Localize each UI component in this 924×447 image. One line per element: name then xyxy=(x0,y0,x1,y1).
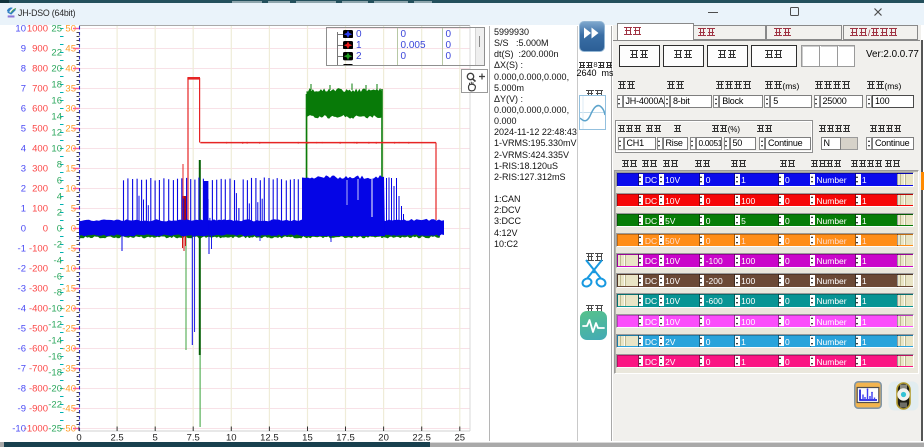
svg-text:25: 25 xyxy=(51,24,62,35)
svg-text:-3: -3 xyxy=(18,284,26,295)
svg-text:-100: -100 xyxy=(29,244,48,255)
svg-text:15: 15 xyxy=(65,164,76,175)
svg-text:35: 35 xyxy=(65,84,76,95)
svg-text:3: 3 xyxy=(21,164,26,175)
svg-text:-7: -7 xyxy=(18,364,26,375)
svg-text:-10: -10 xyxy=(62,264,76,275)
svg-text:-20: -20 xyxy=(62,304,76,315)
svg-text:-18: -18 xyxy=(48,368,62,379)
svg-text:0: 0 xyxy=(21,224,26,235)
svg-text:300: 300 xyxy=(32,164,48,175)
svg-text:600: 600 xyxy=(32,104,48,115)
svg-text:6: 6 xyxy=(21,104,26,115)
svg-text:2: 2 xyxy=(57,208,62,219)
svg-text:10: 10 xyxy=(51,144,62,155)
svg-text:20: 20 xyxy=(51,64,62,75)
svg-text:-20: -20 xyxy=(48,384,62,395)
svg-text:10: 10 xyxy=(15,24,26,35)
svg-text:10: 10 xyxy=(65,184,76,195)
svg-text:100: 100 xyxy=(32,204,48,215)
svg-text:-10: -10 xyxy=(48,304,62,315)
svg-text:400: 400 xyxy=(32,144,48,155)
svg-text:6: 6 xyxy=(57,176,62,187)
svg-text:-1: -1 xyxy=(18,244,26,255)
svg-text:-14: -14 xyxy=(48,336,62,347)
svg-text:-400: -400 xyxy=(29,304,48,315)
svg-text:14: 14 xyxy=(51,112,62,123)
svg-text:-700: -700 xyxy=(29,364,48,375)
svg-text:900: 900 xyxy=(32,44,48,55)
svg-text:-4: -4 xyxy=(18,304,26,315)
svg-text:-25: -25 xyxy=(48,424,62,435)
svg-text:8: 8 xyxy=(57,160,62,171)
svg-text:50: 50 xyxy=(65,24,76,35)
svg-text:-8: -8 xyxy=(54,288,62,299)
svg-text:500: 500 xyxy=(32,124,48,135)
svg-text:-22: -22 xyxy=(48,400,62,411)
svg-text:-500: -500 xyxy=(29,324,48,335)
svg-text:-5: -5 xyxy=(68,244,76,255)
svg-text:45: 45 xyxy=(65,44,76,55)
svg-text:8: 8 xyxy=(21,64,26,75)
svg-text:-50: -50 xyxy=(62,424,76,435)
svg-text:-4: -4 xyxy=(54,256,62,267)
svg-text:18: 18 xyxy=(51,80,62,91)
svg-text:-600: -600 xyxy=(29,344,48,355)
svg-text:2: 2 xyxy=(21,184,26,195)
svg-text:16: 16 xyxy=(51,96,62,107)
svg-text:5: 5 xyxy=(71,204,76,215)
svg-text:200: 200 xyxy=(32,184,48,195)
svg-text:9: 9 xyxy=(21,44,26,55)
svg-text:-30: -30 xyxy=(62,344,76,355)
svg-text:0: 0 xyxy=(71,224,76,235)
svg-text:800: 800 xyxy=(32,64,48,75)
svg-text:12: 12 xyxy=(51,128,62,139)
svg-text:-300: -300 xyxy=(29,284,48,295)
svg-text:1000: 1000 xyxy=(27,24,48,35)
svg-text:-12: -12 xyxy=(48,320,62,331)
svg-text:-15: -15 xyxy=(62,284,76,295)
svg-text:-200: -200 xyxy=(29,264,48,275)
svg-text:5: 5 xyxy=(21,124,26,135)
svg-text:1: 1 xyxy=(21,204,26,215)
svg-text:4: 4 xyxy=(57,192,62,203)
svg-text:-25: -25 xyxy=(62,324,76,335)
svg-text:-900: -900 xyxy=(29,404,48,415)
svg-text:-40: -40 xyxy=(62,384,76,395)
svg-text:0: 0 xyxy=(43,224,48,235)
svg-text:-2: -2 xyxy=(54,240,62,251)
svg-text:4: 4 xyxy=(21,144,26,155)
svg-text:-16: -16 xyxy=(48,352,62,363)
svg-text:-2: -2 xyxy=(18,264,26,275)
svg-text:700: 700 xyxy=(32,84,48,95)
svg-text:-800: -800 xyxy=(29,384,48,395)
svg-text:0: 0 xyxy=(57,224,62,235)
svg-text:22: 22 xyxy=(51,48,62,59)
svg-text:-8: -8 xyxy=(18,384,26,395)
svg-text:-5: -5 xyxy=(18,324,26,335)
svg-text:40: 40 xyxy=(65,64,76,75)
svg-text:-1000: -1000 xyxy=(24,424,48,435)
svg-text:-9: -9 xyxy=(18,404,26,415)
svg-text:-6: -6 xyxy=(54,272,62,283)
svg-text:25: 25 xyxy=(65,124,76,135)
svg-text:-35: -35 xyxy=(62,364,76,375)
svg-text:-6: -6 xyxy=(18,344,26,355)
svg-text:7: 7 xyxy=(21,84,26,95)
svg-text:20: 20 xyxy=(65,144,76,155)
svg-text:30: 30 xyxy=(65,104,76,115)
svg-text:-45: -45 xyxy=(62,404,76,415)
